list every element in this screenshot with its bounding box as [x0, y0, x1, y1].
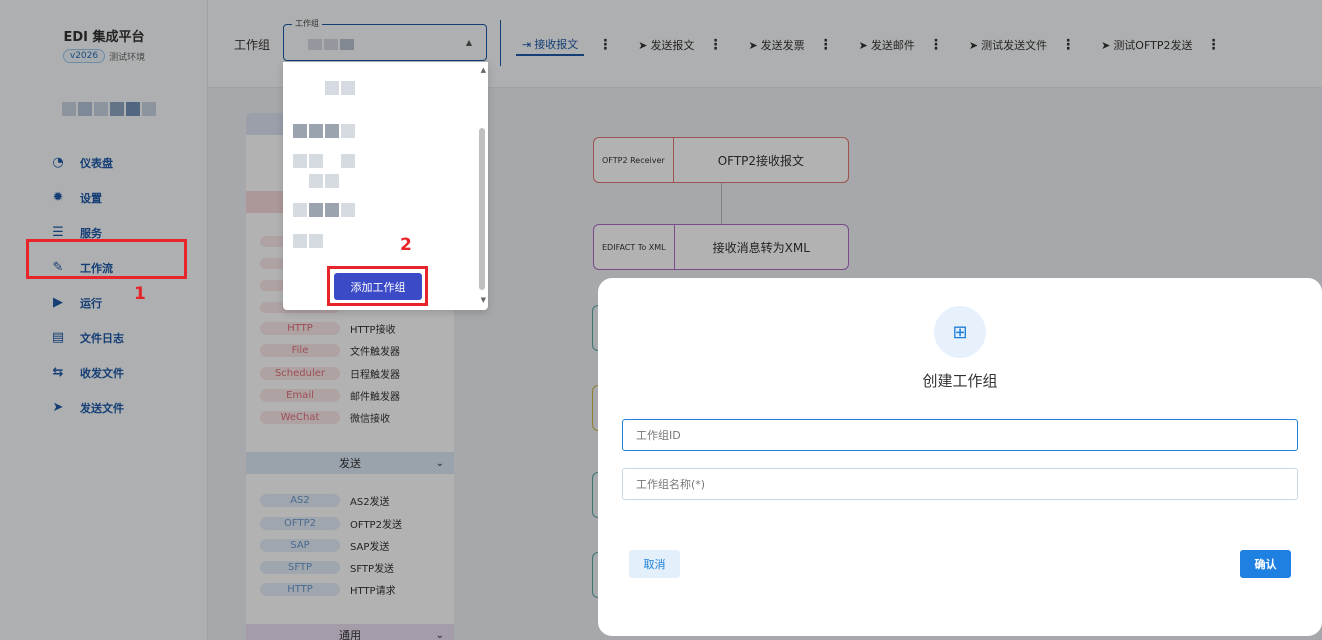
scroll-down-icon[interactable]: ▼	[481, 296, 486, 304]
confirm-button[interactable]: 确认	[1240, 550, 1291, 578]
annotation-step-2: 2	[400, 235, 412, 255]
dialog-title: 创建工作组	[922, 372, 998, 390]
add-workgroup-icon: ⊞	[934, 306, 986, 358]
list-item[interactable]	[293, 203, 355, 217]
list-item[interactable]	[293, 234, 355, 248]
add-workgroup-button[interactable]: 添加工作组	[334, 273, 422, 300]
list-item[interactable]	[293, 124, 355, 138]
list-item[interactable]	[293, 174, 355, 188]
list-item[interactable]	[293, 81, 355, 95]
cancel-button[interactable]: 取消	[629, 550, 680, 578]
list-item[interactable]	[293, 154, 355, 168]
workgroup-id-field[interactable]	[622, 419, 1298, 451]
dropdown-scrollbar[interactable]	[479, 68, 485, 304]
create-workgroup-dialog: ⊞ 创建工作组 取消 确认	[598, 278, 1322, 636]
annotation-step-1: 1	[134, 284, 146, 304]
workgroup-name-field[interactable]	[622, 468, 1298, 500]
scrollbar-thumb[interactable]	[479, 128, 485, 290]
